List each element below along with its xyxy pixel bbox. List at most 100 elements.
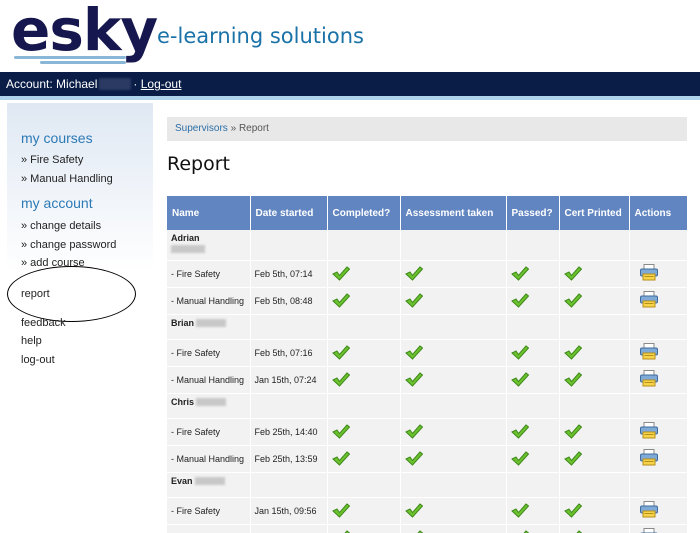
person-row: Brian: [167, 314, 688, 340]
course-name: - Fire Safety: [167, 260, 251, 288]
sidebar-item-feedback[interactable]: feedback: [21, 317, 66, 329]
check-icon: [510, 502, 529, 518]
tagline: e-learning solutions: [157, 24, 364, 48]
table-header-row: Name Date started Completed? Assessment …: [167, 196, 688, 230]
redacted-surname: [171, 245, 205, 253]
sidebar-item-help[interactable]: help: [21, 335, 42, 347]
course-name: - Fire Safety: [167, 497, 251, 525]
person-name: Chris: [171, 396, 195, 407]
check-icon: [331, 450, 350, 466]
table-row: - Fire Safety Feb 25th, 14:40: [167, 418, 688, 446]
separator: ·: [133, 77, 138, 91]
date-started: Feb 5th, 07:14: [250, 260, 328, 288]
check-icon: [563, 450, 582, 466]
my-account-heading: my account: [21, 195, 93, 211]
account-label: Account: Michael: [6, 77, 98, 91]
check-icon: [331, 265, 350, 281]
sidebar-item-change-password[interactable]: » change password: [21, 239, 116, 251]
column-header-completed: Completed?: [327, 196, 401, 230]
printer-icon[interactable]: [639, 422, 658, 439]
check-icon: [332, 529, 350, 533]
header-accent-line: [0, 96, 700, 100]
course-name: - Fire Safety: [167, 418, 251, 446]
redacted-surname: [196, 318, 227, 327]
redacted-surname: [196, 397, 227, 406]
course-name: - Manual Handling: [167, 366, 251, 394]
column-header-actions: Actions: [629, 196, 688, 230]
check-icon: [510, 265, 529, 281]
logout-link[interactable]: Log-out: [141, 77, 182, 91]
column-header-date-started: Date started: [250, 196, 328, 230]
person-row: Adrian: [167, 230, 688, 261]
printer-icon[interactable]: [639, 449, 658, 466]
check-icon: [404, 450, 423, 466]
date-started: Feb 5th, 08:48: [250, 287, 328, 315]
printer-icon[interactable]: [639, 370, 658, 387]
person-name-cell: Adrian: [167, 230, 251, 261]
person-name-cell: Chris: [167, 393, 251, 419]
sidebar-item-change-details[interactable]: » change details: [21, 220, 101, 232]
table-row: - Manual Handling Feb 5th, 08:48: [167, 287, 688, 315]
date-started: Jan 15th, 07:22: [250, 524, 328, 533]
column-header-assessment-taken: Assessment taken: [400, 196, 507, 230]
sidebar-item-fire-safety[interactable]: » Fire Safety: [21, 154, 83, 166]
check-icon: [510, 423, 529, 439]
table-row: - Fire Safety Jan 15th, 09:56: [167, 497, 688, 525]
check-icon: [331, 502, 350, 518]
printer-icon[interactable]: [639, 291, 658, 308]
check-icon: [510, 344, 529, 360]
printer-icon[interactable]: [640, 528, 658, 533]
check-icon: [331, 344, 350, 360]
person-name-cell: Brian: [167, 314, 251, 340]
report-table: Name Date started Completed? Assessment …: [167, 196, 688, 533]
check-icon: [564, 529, 582, 533]
esky-logo: esky: [11, 0, 158, 64]
breadcrumb: Supervisors » Report: [167, 117, 687, 141]
course-name: - Manual Handling: [167, 287, 251, 315]
check-icon: [563, 292, 582, 308]
check-icon: [510, 450, 529, 466]
check-icon: [331, 371, 350, 387]
check-icon: [404, 423, 423, 439]
sidebar-item-manual-handling[interactable]: » Manual Handling: [21, 173, 113, 185]
check-icon: [510, 292, 529, 308]
date-started: Jan 15th, 07:24: [250, 366, 328, 394]
check-icon: [404, 344, 423, 360]
table-row: - Fire Safety Feb 5th, 07:16: [167, 339, 688, 367]
person-name: Evan: [171, 475, 193, 486]
printer-icon[interactable]: [639, 501, 658, 518]
check-icon: [563, 502, 582, 518]
person-name-cell: Evan: [167, 472, 251, 498]
column-header-name: Name: [167, 196, 251, 230]
breadcrumb-current: Report: [238, 123, 269, 134]
my-courses-heading: my courses: [21, 130, 93, 146]
account-bar: Account: Michael · Log-out: [0, 72, 700, 96]
check-icon: [404, 265, 423, 281]
column-header-passed: Passed?: [506, 196, 560, 230]
report-table-body: Adrian - Fire Safety Feb 5th, 07:14- Manua…: [167, 230, 688, 533]
date-started: Feb 25th, 14:40: [250, 418, 328, 446]
person-name: Adrian: [171, 233, 200, 243]
check-icon: [331, 423, 350, 439]
sidebar-item-log-out[interactable]: log-out: [21, 354, 55, 366]
table-row: - Manual Handling Jan 15th, 07:24: [167, 366, 688, 394]
check-icon: [405, 529, 423, 533]
header: esky e-learning solutions: [0, 0, 700, 72]
printer-icon[interactable]: [639, 343, 658, 360]
breadcrumb-supervisors-link[interactable]: Supervisors: [175, 123, 228, 134]
table-row: - Manual HandlingJan 15th, 07:22: [167, 524, 688, 533]
printer-icon[interactable]: [639, 264, 658, 281]
check-icon: [563, 423, 582, 439]
page-title: Report: [167, 153, 230, 175]
check-icon: [404, 371, 423, 387]
sidebar: my courses » Fire Safety » Manual Handli…: [7, 103, 153, 533]
check-icon: [510, 371, 529, 387]
breadcrumb-separator: »: [230, 123, 237, 134]
check-icon: [331, 292, 350, 308]
date-started: Feb 5th, 07:16: [250, 339, 328, 367]
highlight-circle: [7, 266, 136, 322]
person-name: Brian: [171, 317, 195, 328]
logo-underline-bars: [14, 56, 126, 66]
check-icon: [563, 265, 582, 281]
column-header-cert-printed: Cert Printed: [559, 196, 630, 230]
